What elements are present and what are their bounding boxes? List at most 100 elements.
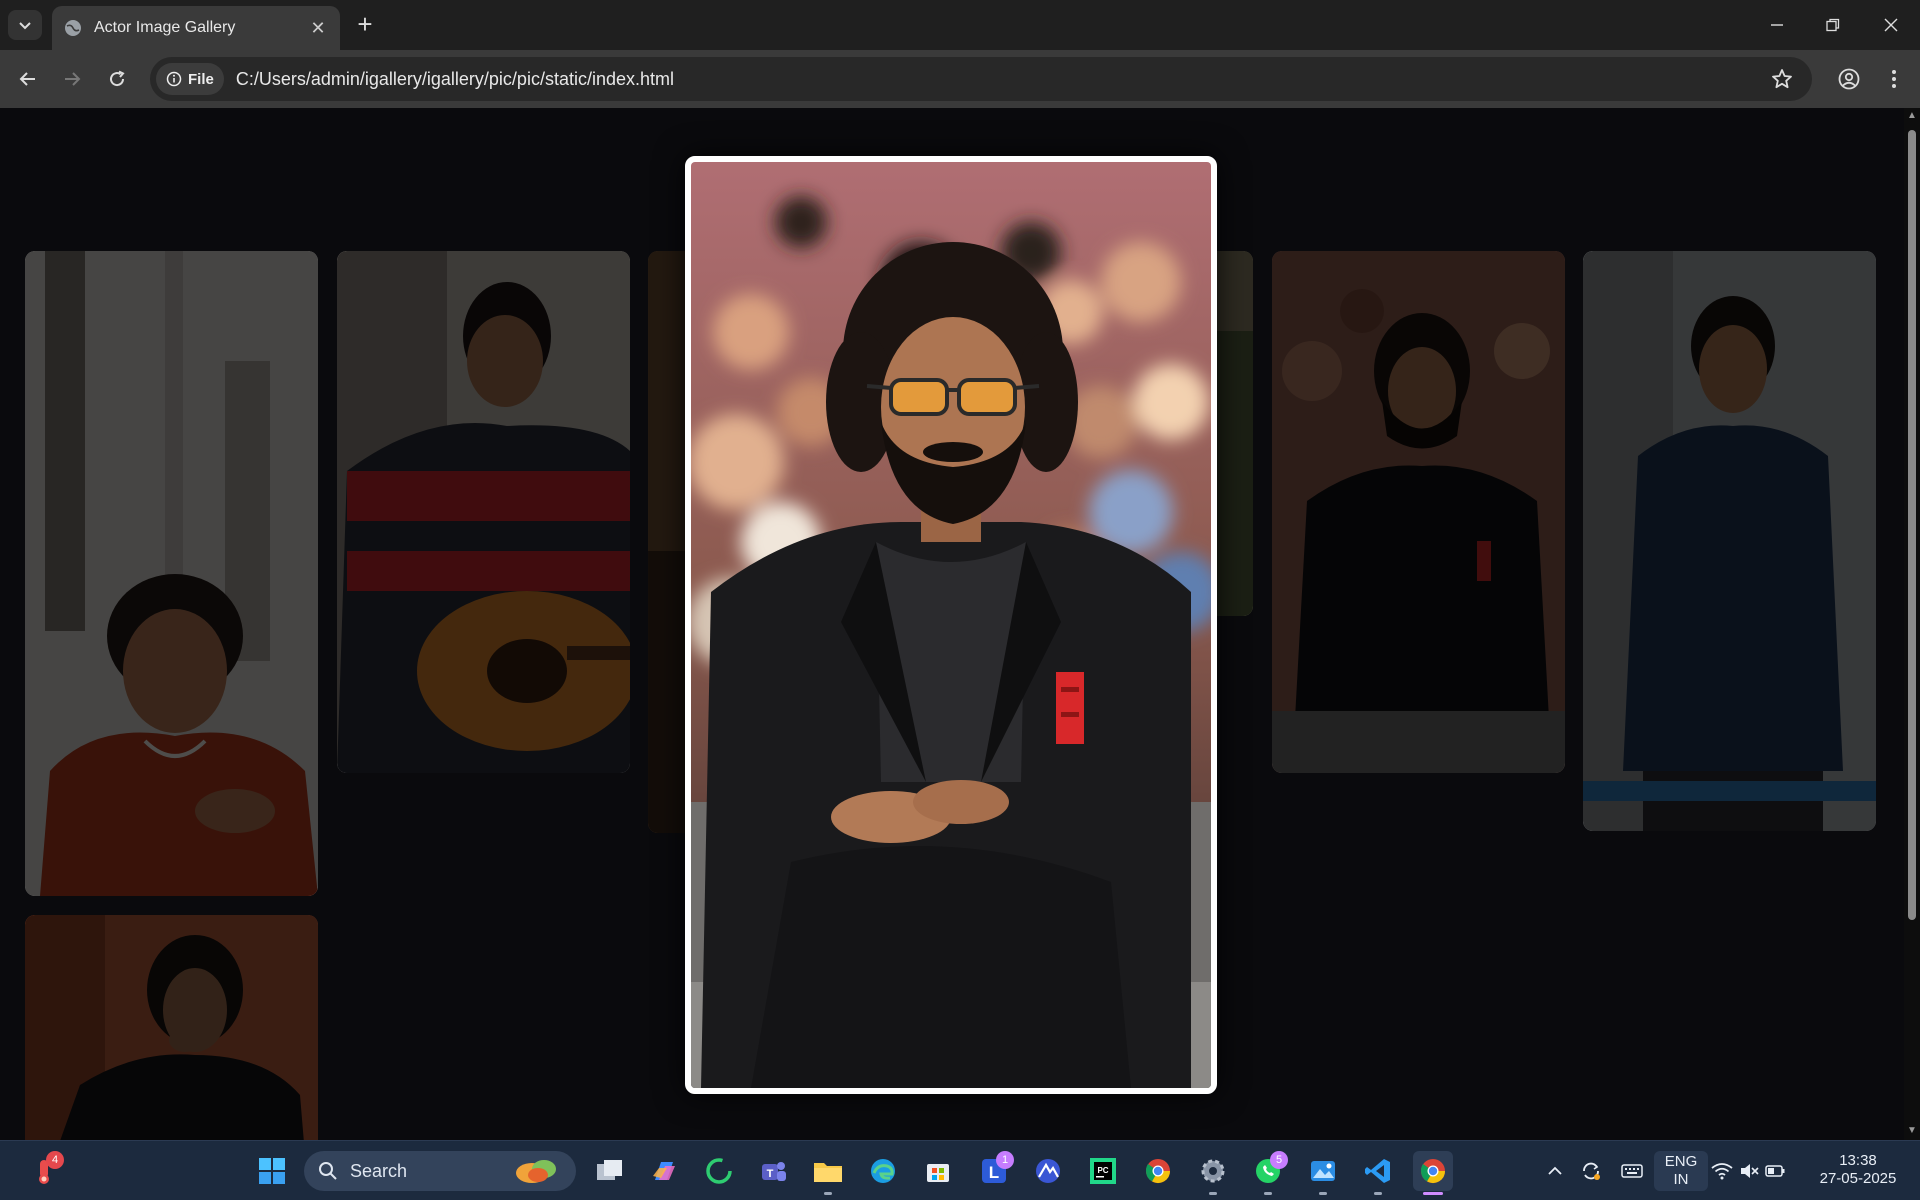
notification-widget[interactable]: 4 (24, 1151, 64, 1191)
active-indicator (1423, 1192, 1443, 1195)
sync-icon (1583, 1162, 1600, 1180)
notification-badge: 4 (46, 1151, 64, 1169)
scroll-up-icon[interactable]: ▲ (1907, 111, 1917, 121)
photos-icon (1311, 1161, 1335, 1181)
account-circle-icon (1838, 68, 1860, 90)
keyboard-tray-button[interactable] (1612, 1151, 1652, 1191)
gallery-card-6[interactable] (1583, 251, 1876, 831)
card-overlay (25, 251, 318, 896)
store-icon (927, 1164, 949, 1182)
whatsapp-badge: 5 (1270, 1151, 1288, 1169)
keyboard-icon (1621, 1164, 1643, 1178)
photos-button[interactable] (1303, 1151, 1343, 1195)
new-tab-button[interactable]: + (352, 11, 378, 38)
store-button[interactable] (918, 1151, 958, 1191)
task-view-button[interactable] (590, 1151, 630, 1191)
task-view-icon (597, 1160, 622, 1180)
restore-icon[interactable] (1818, 10, 1848, 40)
copilot-button[interactable] (644, 1151, 684, 1191)
edge-button[interactable] (863, 1151, 903, 1191)
arrow-right-icon (65, 72, 81, 86)
file-explorer-button[interactable] (808, 1151, 848, 1195)
gallery-card-5[interactable] (1272, 251, 1565, 773)
teams-icon: T (762, 1162, 786, 1181)
image-lightbox[interactable] (685, 156, 1217, 1094)
mountain-logo-icon (1036, 1159, 1060, 1183)
bookmark-star-icon[interactable] (1770, 67, 1794, 91)
tab-strip: Actor Image Gallery ✕ + (0, 0, 1920, 50)
browser-menu-button[interactable] (1878, 63, 1910, 95)
more-vertical-icon (1892, 70, 1896, 88)
whatsapp-button[interactable]: 5 (1248, 1151, 1288, 1195)
gallery-card-7[interactable] (25, 915, 318, 1140)
page-scrollbar[interactable]: ▲ ▼ (1904, 108, 1920, 1140)
tab-actor-image-gallery[interactable]: Actor Image Gallery ✕ (52, 6, 340, 50)
circle-app-button[interactable] (699, 1151, 739, 1191)
running-indicator (1319, 1192, 1327, 1195)
gallery-card-1[interactable] (25, 251, 318, 896)
close-window-icon[interactable] (1876, 10, 1906, 40)
running-indicator (824, 1192, 832, 1195)
gallery-page (0, 108, 1904, 1140)
card-overlay (337, 251, 630, 773)
chrome-active-button[interactable] (1413, 1151, 1453, 1195)
clock[interactable]: 13:38 27-05-2025 (1810, 1152, 1906, 1188)
windows-taskbar: 4 Search T L 1 PC 5 ENG IN 13:38 27-05-2… (0, 1140, 1920, 1200)
site-info-chip[interactable]: File (156, 63, 224, 95)
search-placeholder: Search (350, 1160, 408, 1181)
chrome-icon (1420, 1159, 1445, 1184)
region-code: IN (1673, 1171, 1689, 1188)
info-icon (166, 71, 182, 87)
scroll-down-icon[interactable]: ▼ (1907, 1126, 1917, 1136)
back-button[interactable] (12, 63, 44, 95)
tab-title: Actor Image Gallery (94, 19, 236, 36)
browser-toolbar: File C:/Users/admin/igallery/igallery/pi… (0, 50, 1920, 108)
chrome-button[interactable] (1138, 1151, 1178, 1191)
url-text[interactable]: C:/Users/admin/igallery/igallery/pic/pic… (236, 69, 674, 90)
wifi-icon (1711, 1163, 1733, 1180)
edge-icon (871, 1159, 895, 1183)
globe-icon (65, 20, 81, 36)
folder-icon (814, 1163, 842, 1182)
taskbar-search[interactable]: Search (304, 1151, 576, 1191)
volume-muted-icon (1741, 1164, 1759, 1178)
card-overlay (1272, 251, 1565, 773)
svg-text:PC: PC (1097, 1166, 1108, 1175)
close-tab-icon[interactable]: ✕ (308, 18, 328, 38)
mountain-app-button[interactable] (1028, 1151, 1068, 1191)
pycharm-icon: PC (1090, 1158, 1116, 1184)
profile-button[interactable] (1833, 63, 1865, 95)
chevron-up-icon (1548, 1166, 1562, 1175)
quick-settings-button[interactable] (1708, 1151, 1788, 1191)
pycharm-button[interactable]: PC (1083, 1151, 1123, 1191)
battery-icon (1765, 1165, 1785, 1177)
scrollbar-thumb[interactable] (1908, 130, 1916, 920)
language-code: ENG (1664, 1153, 1698, 1170)
teams-button[interactable]: T (753, 1151, 793, 1191)
tab-search-button[interactable] (8, 10, 42, 40)
reload-button[interactable] (101, 63, 133, 95)
settings-button[interactable] (1193, 1151, 1233, 1195)
forward-button[interactable] (56, 63, 88, 95)
running-indicator (1264, 1192, 1272, 1195)
clock-date: 27-05-2025 (1819, 1170, 1897, 1187)
vscode-icon (1365, 1159, 1390, 1183)
chevron-down-icon (19, 22, 31, 30)
reload-icon (110, 70, 125, 87)
vscode-button[interactable] (1358, 1151, 1398, 1195)
show-hidden-icons-button[interactable] (1535, 1151, 1575, 1191)
sync-tray-button[interactable] (1571, 1151, 1611, 1191)
gear-icon (1201, 1159, 1225, 1183)
svg-text:T: T (767, 1168, 774, 1180)
card-overlay (1583, 251, 1876, 831)
start-button[interactable] (252, 1151, 292, 1191)
minimize-icon[interactable] (1762, 10, 1792, 40)
running-indicator (1374, 1192, 1382, 1195)
language-indicator[interactable]: ENG IN (1654, 1151, 1708, 1191)
clock-time: 13:38 (1839, 1152, 1877, 1169)
address-bar[interactable]: File C:/Users/admin/igallery/igallery/pi… (150, 57, 1812, 101)
copilot-icon (653, 1162, 675, 1180)
lens-app-button[interactable]: L 1 (974, 1151, 1014, 1191)
gallery-card-2[interactable] (337, 251, 630, 773)
chrome-icon (1145, 1159, 1170, 1184)
